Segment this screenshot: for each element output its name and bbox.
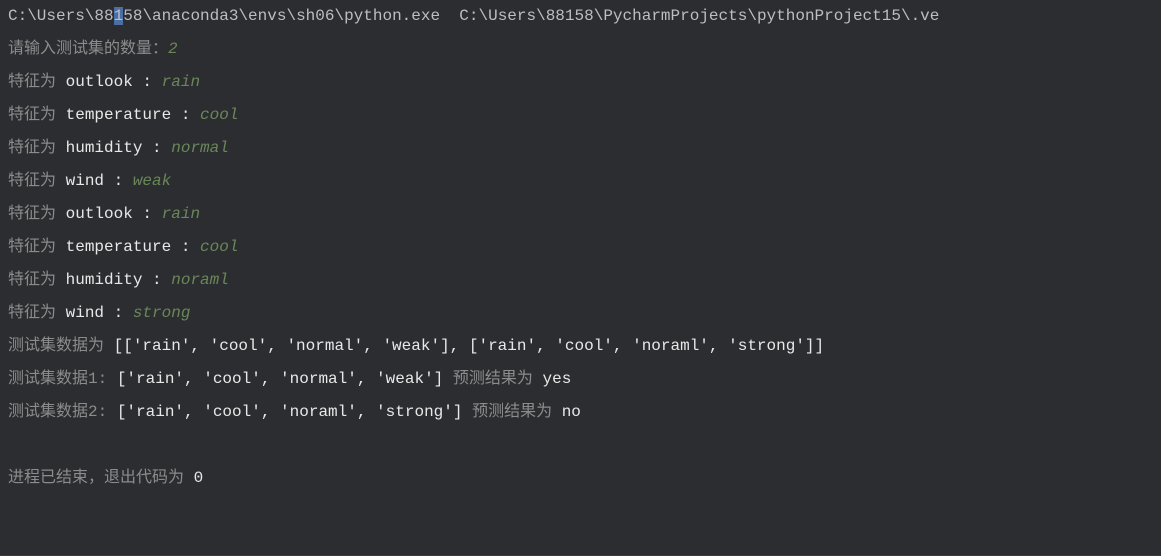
feature-line-4: 特征为 outlook : rain [8, 198, 1153, 231]
prediction-line-0: 测试集数据1: ['rain', 'cool', 'normal', 'weak… [8, 363, 1153, 396]
feature-line-0: 特征为 outlook : rain [8, 66, 1153, 99]
feature-line-5: 特征为 temperature : cool [8, 231, 1153, 264]
test-data-line: 测试集数据为 [['rain', 'cool', 'normal', 'weak… [8, 330, 1153, 363]
blank-line [8, 429, 1153, 462]
prediction-line-1: 测试集数据2: ['rain', 'cool', 'noraml', 'stro… [8, 396, 1153, 429]
console-output: C:\Users\88158\anaconda3\envs\sh06\pytho… [0, 0, 1161, 495]
execution-path: C:\Users\88158\anaconda3\envs\sh06\pytho… [8, 0, 1153, 33]
input-prompt-line: 请输入测试集的数量：2 [8, 33, 1153, 66]
feature-line-6: 特征为 humidity : noraml [8, 264, 1153, 297]
feature-line-7: 特征为 wind : strong [8, 297, 1153, 330]
feature-line-3: 特征为 wind : weak [8, 165, 1153, 198]
feature-line-1: 特征为 temperature : cool [8, 99, 1153, 132]
feature-line-2: 特征为 humidity : normal [8, 132, 1153, 165]
exit-message: 进程已结束，退出代码为 0 [8, 462, 1153, 495]
